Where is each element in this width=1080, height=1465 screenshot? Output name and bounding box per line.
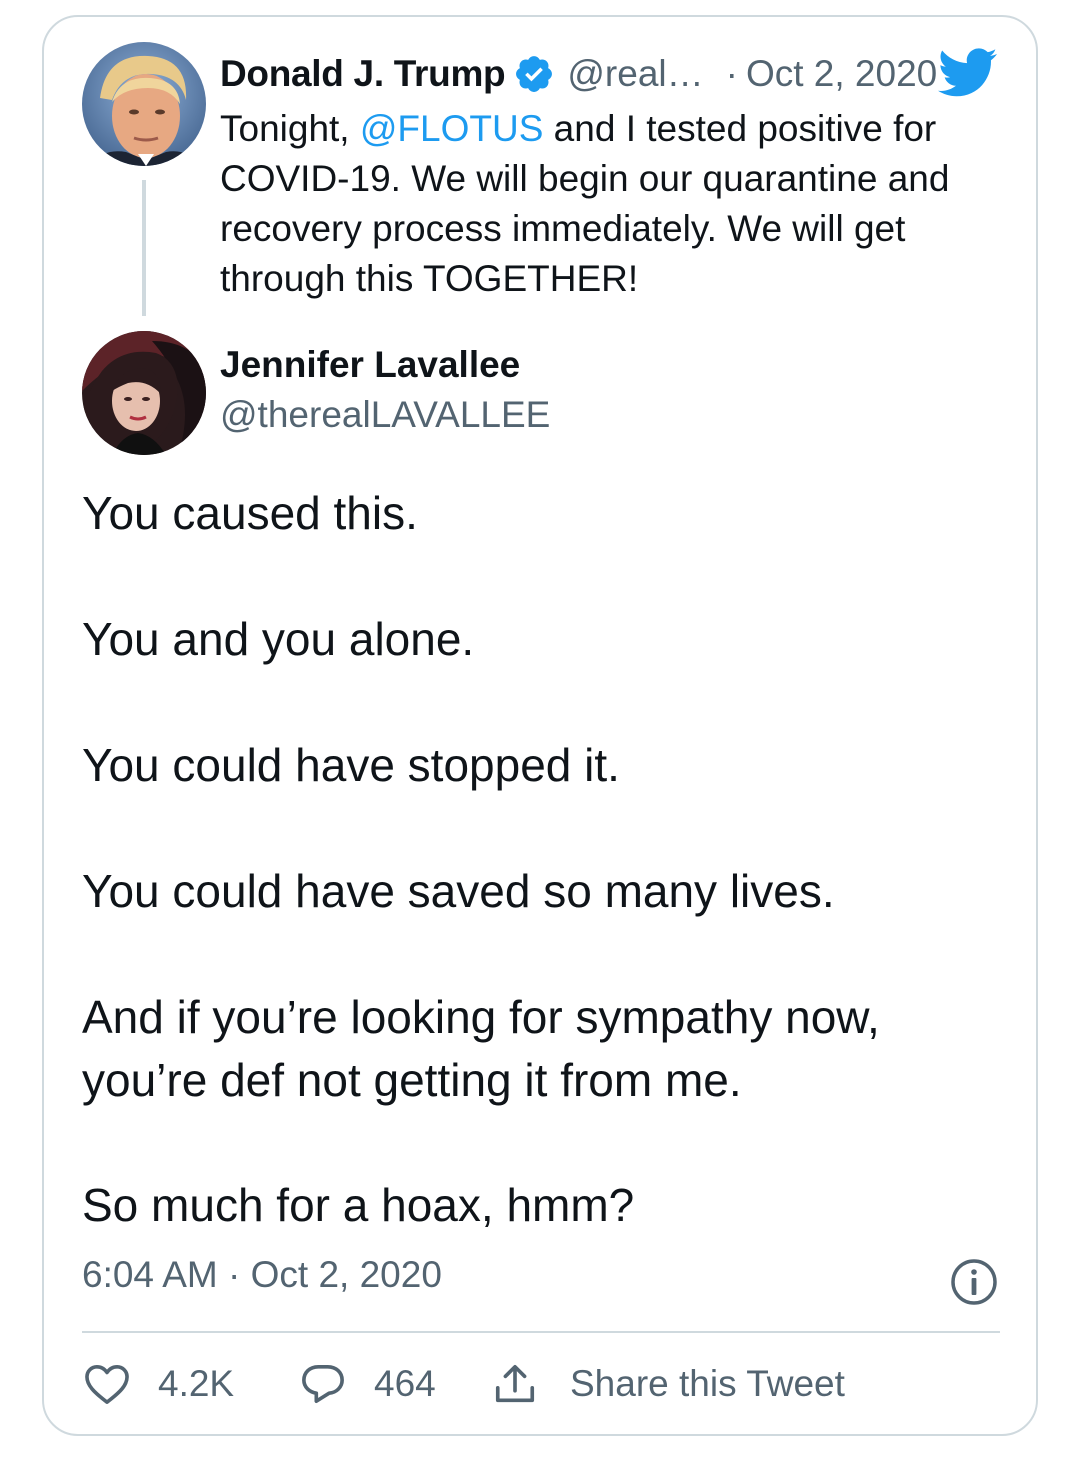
reply-text-line: You and you alone. (82, 613, 475, 665)
thread-connector-line (142, 180, 146, 316)
separator-dot: · (725, 53, 738, 94)
reply-text-line: You could have stopped it. (82, 739, 620, 791)
like-button[interactable]: 4.2K (84, 1356, 234, 1412)
quoted-tweet-header: Donald J. Trump @real… · Oct 2, 2020 (220, 50, 937, 98)
share-label: Share this Tweet (570, 1363, 845, 1404)
reply-text-line: you’re def not getting it from me. (82, 1054, 742, 1106)
reply-timestamp[interactable]: 6:04 AM · Oct 2, 2020 (82, 1254, 442, 1296)
reply-text-line: You caused this. (82, 487, 418, 539)
reply-button[interactable]: 464 (300, 1356, 436, 1412)
quoted-author-handle[interactable]: @real… (567, 53, 703, 95)
reply-text-line: And if you’re looking for sympathy now, (82, 991, 880, 1043)
reply-text-line: So much for a hoax, hmm? (82, 1179, 635, 1231)
quoted-tweet-date[interactable]: Oct 2, 2020 (746, 53, 937, 95)
share-tweet-button[interactable]: Share this Tweet (492, 1356, 845, 1412)
reply-author-handle[interactable]: @therealLAVALLEE (220, 394, 550, 436)
quoted-author-name[interactable]: Donald J. Trump (220, 53, 506, 95)
comment-icon (302, 1364, 344, 1404)
verified-badge-icon (516, 56, 553, 92)
heart-icon (85, 1365, 129, 1404)
reply-count: 464 (374, 1363, 436, 1404)
reply-text-line: You could have saved so many lives. (82, 865, 835, 917)
flotus-mention-link[interactable]: @FLOTUS (360, 108, 544, 149)
info-icon[interactable] (950, 1258, 998, 1306)
reply-author-avatar[interactable] (82, 331, 206, 455)
quoted-author-avatar[interactable] (82, 42, 206, 166)
actions-divider (82, 1331, 1000, 1333)
quoted-tweet-text: Tonight, @FLOTUS and I tested positive f… (220, 104, 990, 304)
share-icon (495, 1364, 535, 1403)
reply-author-name[interactable]: Jennifer Lavallee (220, 344, 520, 386)
quoted-text-start: Tonight, (220, 108, 360, 149)
twitter-bird-icon (938, 48, 997, 97)
like-count: 4.2K (158, 1363, 235, 1404)
